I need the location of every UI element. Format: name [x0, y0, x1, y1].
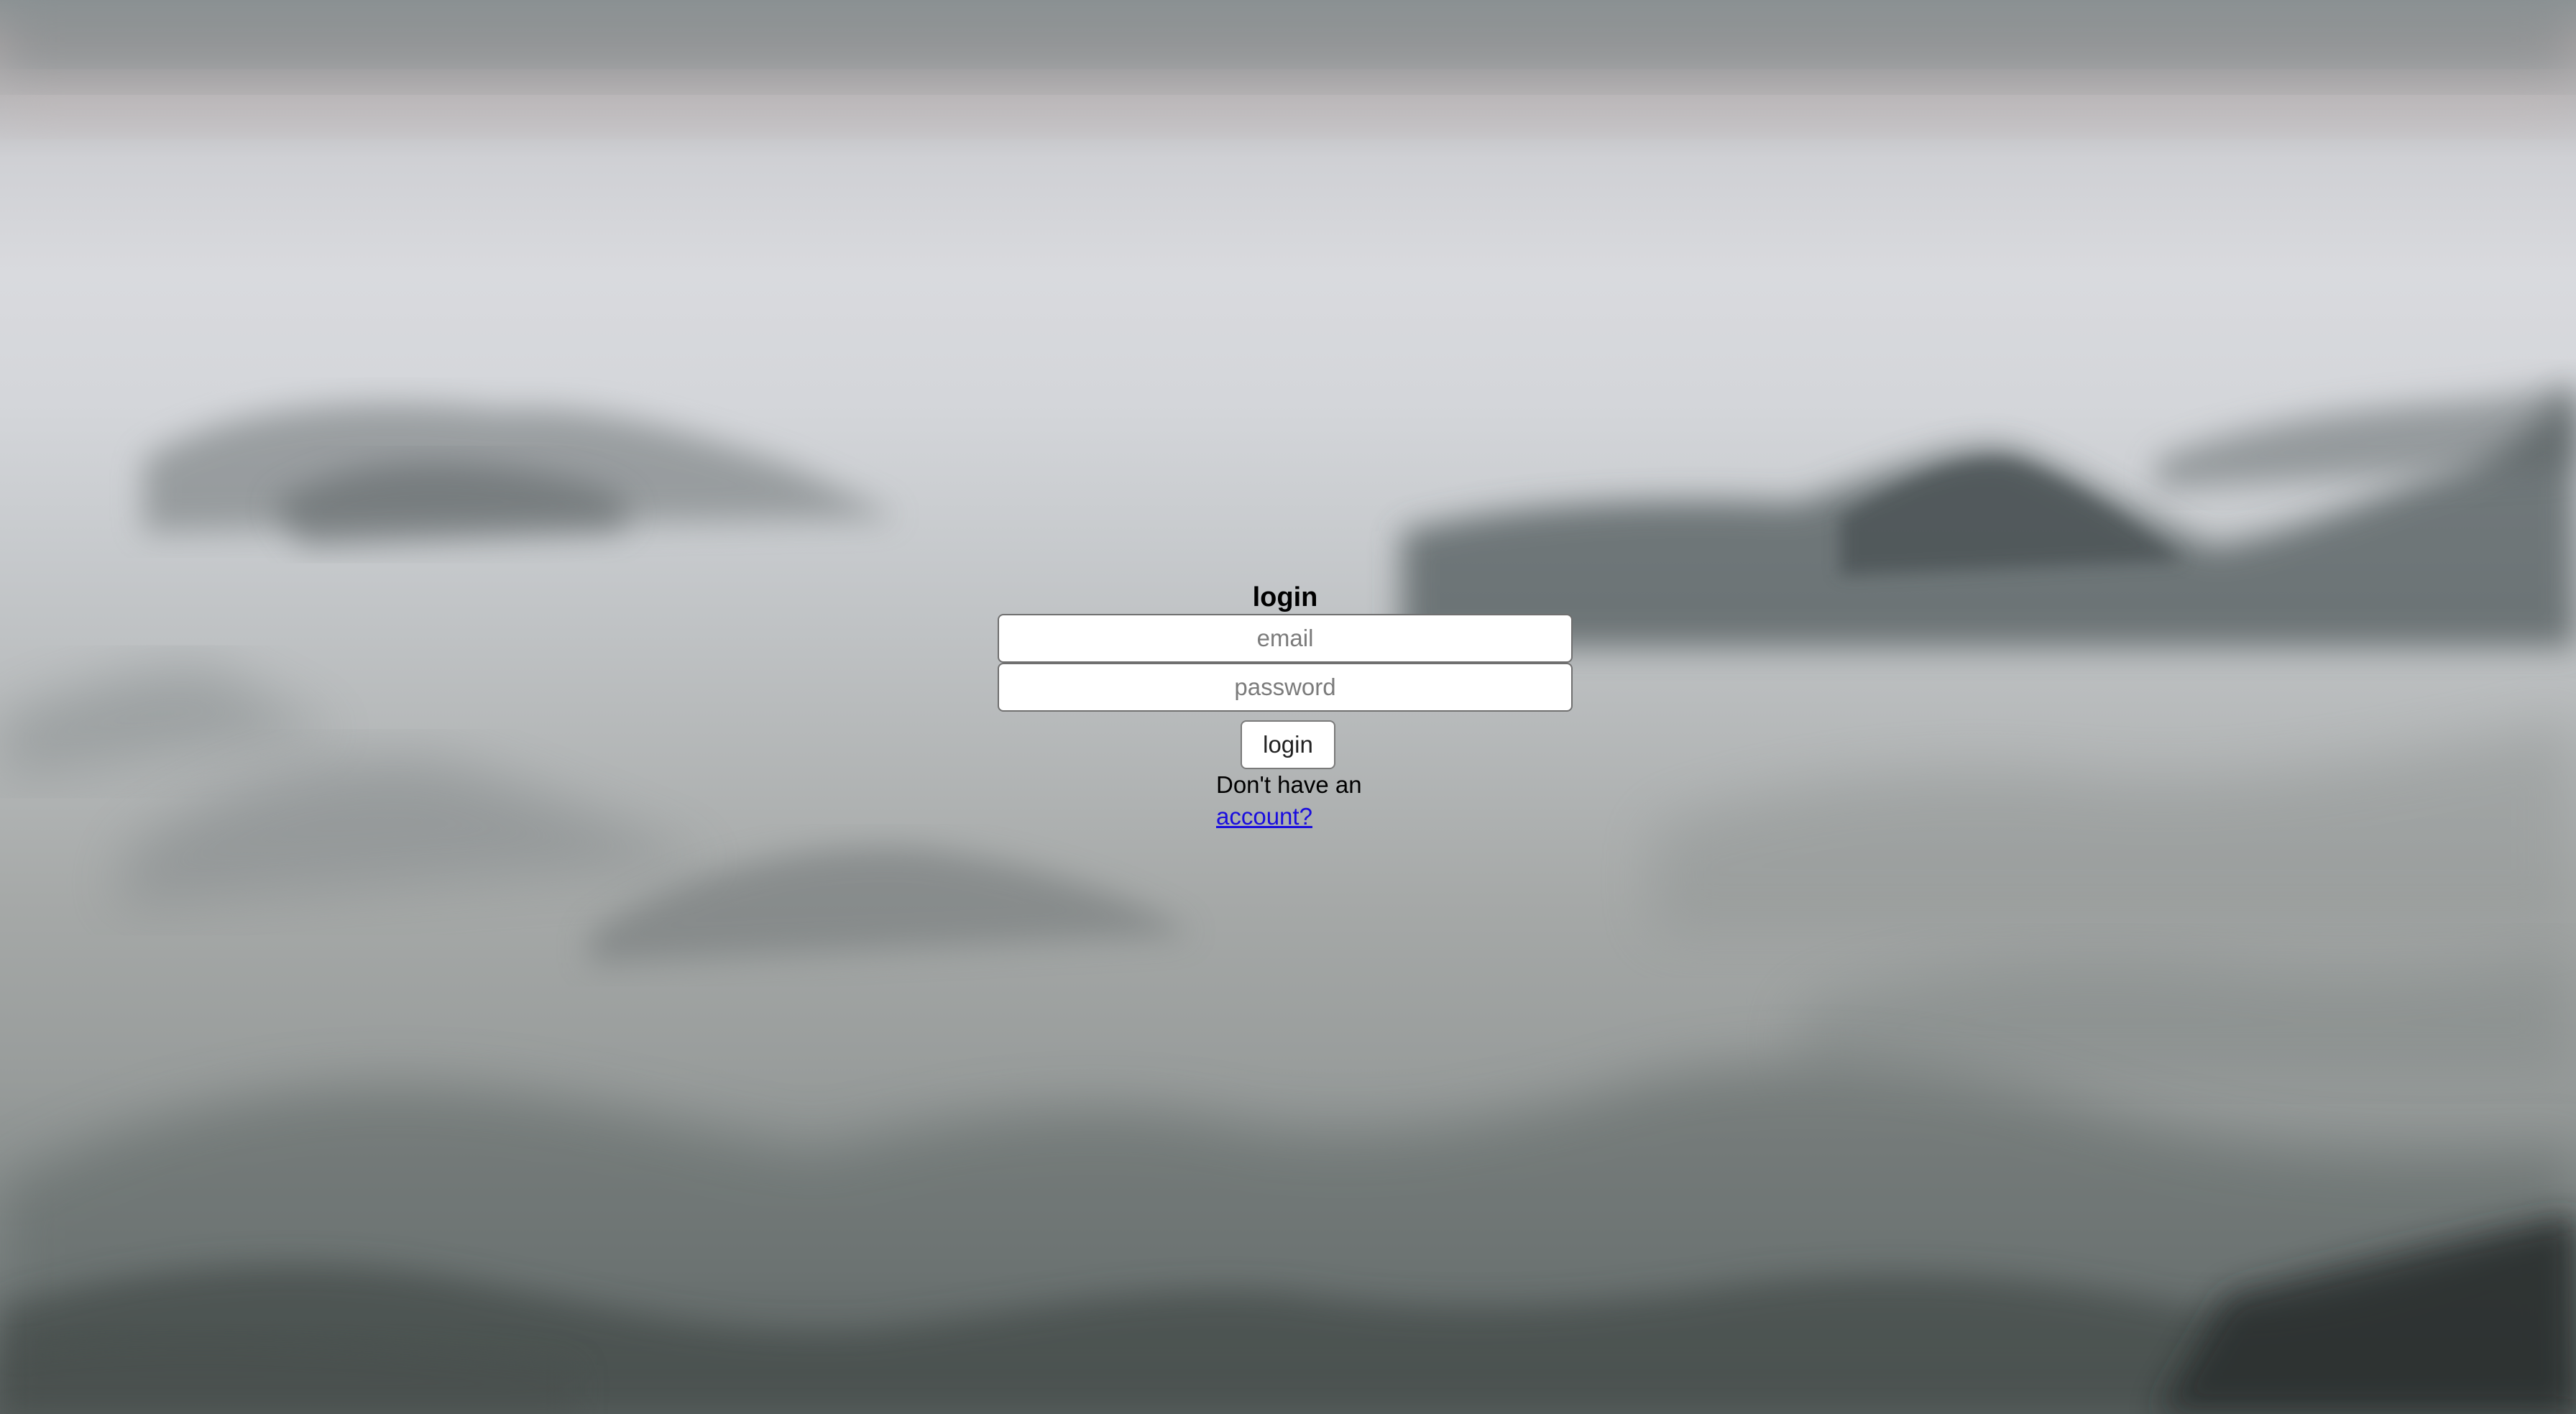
login-title: login: [1252, 582, 1318, 612]
email-field[interactable]: [998, 614, 1573, 663]
signup-prompt-block: Don't have an account?: [1216, 769, 1403, 832]
login-button[interactable]: login: [1241, 720, 1335, 769]
signup-prompt: Don't have an: [1216, 771, 1362, 798]
signup-link[interactable]: account?: [1216, 803, 1312, 830]
password-field[interactable]: [998, 663, 1573, 712]
